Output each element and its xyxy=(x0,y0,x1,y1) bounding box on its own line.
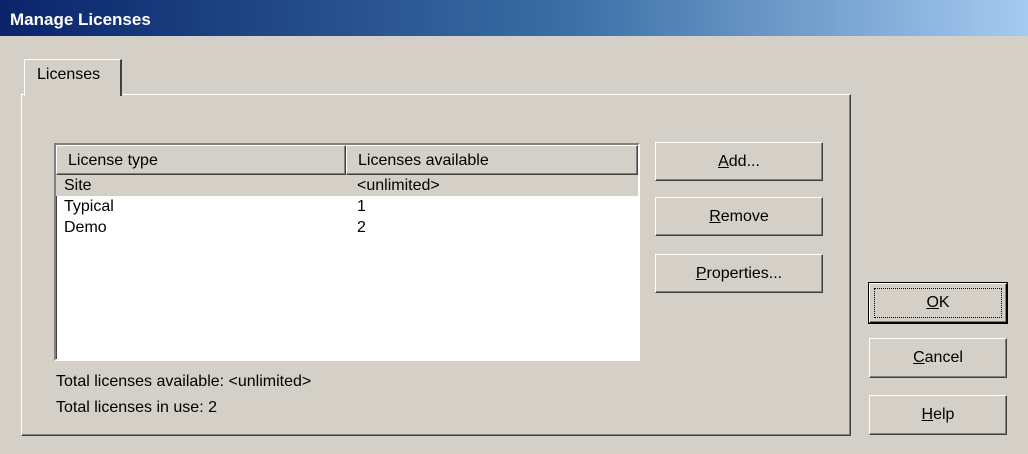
ok-mnemonic: O xyxy=(926,294,939,311)
cancel-mnemonic: C xyxy=(913,349,925,366)
cancel-label: ancel xyxy=(924,349,963,366)
column-header-licenses-available[interactable]: Licenses available xyxy=(346,145,638,175)
properties-button[interactable]: Properties... xyxy=(655,254,823,293)
total-licenses-available: Total licenses available: <unlimited> xyxy=(56,373,312,390)
tab-licenses[interactable]: Licenses xyxy=(24,59,122,96)
properties-mnemonic: P xyxy=(695,265,707,282)
list-item[interactable]: Site <unlimited> xyxy=(56,175,638,196)
properties-label: roperties... xyxy=(706,265,783,282)
license-type-cell: Demo xyxy=(64,219,107,236)
help-label: elp xyxy=(933,406,955,423)
ok-button[interactable]: OK xyxy=(868,282,1008,324)
licenses-available-cell: <unlimited> xyxy=(357,177,440,194)
title-bar[interactable]: Manage Licenses xyxy=(0,0,1028,36)
add-mnemonic: A xyxy=(718,153,729,170)
add-button[interactable]: Add... xyxy=(655,142,823,181)
remove-button[interactable]: Remove xyxy=(655,197,823,236)
ok-label: K xyxy=(938,294,950,311)
license-type-cell: Typical xyxy=(64,198,114,215)
total-licenses-in-use: Total licenses in use: 2 xyxy=(56,399,217,416)
list-item[interactable]: Demo 2 xyxy=(56,217,638,238)
remove-label: emove xyxy=(720,208,769,225)
help-button[interactable]: Help xyxy=(869,395,1007,435)
remove-mnemonic: R xyxy=(709,208,721,225)
list-header: License type Licenses available xyxy=(56,145,638,175)
licenses-available-cell: 2 xyxy=(357,219,366,236)
help-mnemonic: H xyxy=(921,406,934,423)
cancel-button[interactable]: Cancel xyxy=(869,338,1007,378)
license-type-cell: Site xyxy=(64,177,92,194)
column-header-license-type[interactable]: License type xyxy=(56,145,346,175)
list-item[interactable]: Typical 1 xyxy=(56,196,638,217)
licenses-available-cell: 1 xyxy=(357,198,366,215)
tab-licenses-label: Licenses xyxy=(37,66,101,83)
window-title: Manage Licenses xyxy=(10,10,151,29)
licenses-list[interactable]: License type Licenses available Site <un… xyxy=(54,143,640,361)
add-label: dd... xyxy=(728,153,760,170)
